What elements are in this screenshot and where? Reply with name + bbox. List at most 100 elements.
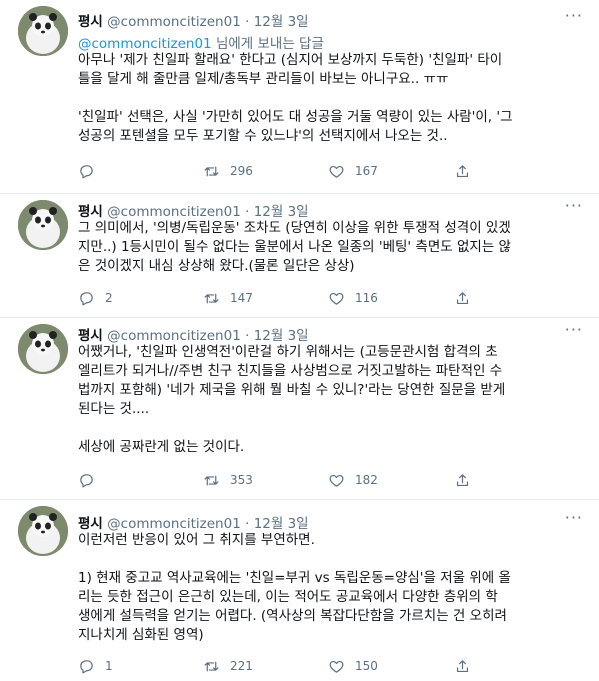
tweet-header: 평시 @commoncitizen01 · 12월 3일 — [78, 10, 309, 30]
retweet-button[interactable]: 353 — [203, 471, 253, 489]
user-handle[interactable]: @commoncitizen01 — [107, 204, 241, 220]
tweet-line: 1) 현재 중고교 역사교육에는 '친일=부귀 vs 독립운동=양심'을 저울 … — [78, 570, 511, 586]
like-count: 182 — [355, 473, 378, 487]
reply-icon — [80, 659, 93, 673]
share-icon — [456, 164, 469, 177]
retweet-icon — [204, 166, 219, 176]
tweet-line: 엘리트가 되거나//주변 친구 친지들을 사상범으로 거짓고발하는 파탄적인 수 — [78, 363, 503, 379]
share-icon — [456, 659, 469, 672]
retweet-icon — [204, 475, 219, 485]
tweet-line: 리는 듯한 접근이 은근히 있는데, 이는 적어도 공교육에서 다양한 층위의 … — [78, 589, 498, 605]
tweet-1[interactable]: 평시 @commoncitizen01 · 12월 3일 ··· @common… — [0, 0, 599, 193]
tweet-text: 어쨌거나, '친일파 인생역전'이란걸 하기 위해서는 (고등문관시험 합격의 … — [78, 343, 583, 457]
separator-dot: · — [245, 328, 250, 344]
like-icon — [329, 292, 344, 305]
tweet-line: 이런저런 반응이 있어 그 취지를 부연하면. — [78, 532, 315, 548]
tweet-line: '친일파' 선택은, 사실 '가만히 있어도 대 성공을 거둘 역량이 있는 사… — [78, 109, 513, 125]
reply-button[interactable]: 2 — [78, 289, 113, 307]
tweet-actions: 2 147 116 — [78, 289, 578, 307]
share-button[interactable] — [454, 471, 471, 489]
like-button[interactable]: 182 — [328, 471, 378, 489]
avatar[interactable] — [18, 6, 68, 56]
display-name[interactable]: 평시 — [78, 516, 103, 532]
avatar[interactable] — [18, 200, 68, 250]
reply-icon — [80, 291, 93, 305]
tweet-header: 평시 @commoncitizen01 · 12월 3일 — [78, 324, 309, 344]
like-icon — [329, 660, 344, 673]
separator-dot: · — [245, 204, 250, 220]
tweet-line-blank — [78, 550, 583, 569]
avatar[interactable] — [18, 506, 68, 556]
tweet-line: 지나치게 심화된 영역) — [78, 627, 204, 643]
tweet-2[interactable]: 평시 @commoncitizen01 · 12월 3일 ··· 그 의미에서,… — [0, 194, 599, 317]
like-icon — [329, 474, 344, 487]
reply-button[interactable] — [78, 471, 105, 489]
share-button[interactable] — [454, 657, 471, 675]
reply-button[interactable]: 1 — [78, 657, 113, 675]
more-icon[interactable]: ··· — [565, 320, 583, 339]
like-icon — [329, 165, 344, 178]
more-icon[interactable]: ··· — [565, 508, 583, 527]
reply-count: 1 — [105, 659, 113, 673]
reply-mention-link[interactable]: @commoncitizen01 — [78, 36, 212, 52]
retweet-button[interactable]: 221 — [203, 657, 253, 675]
timestamp[interactable]: 12월 3일 — [254, 516, 309, 532]
tweet-line: 된다는 것.... — [78, 401, 150, 417]
share-icon — [456, 291, 469, 304]
timestamp[interactable]: 12월 3일 — [254, 328, 309, 344]
display-name[interactable]: 평시 — [78, 14, 103, 30]
tweet-line: 성공의 포텐셜을 모두 포기할 수 있느냐'의 선택지에서 나오는 것.. — [78, 128, 448, 144]
more-icon[interactable]: ··· — [565, 6, 583, 25]
tweet-text: 그 의미에서, '의병/독립운동' 조차도 (당연히 이상을 위한 투쟁적 성격… — [78, 219, 583, 276]
timestamp[interactable]: 12월 3일 — [254, 204, 309, 220]
like-button[interactable]: 150 — [328, 657, 378, 675]
tweet-line: 법까지 포함해) '네가 제국을 위해 뭘 바칠 수 있니?'라는 당연한 질문… — [78, 382, 506, 398]
like-count: 150 — [355, 659, 378, 673]
tweet-line: 어쨌거나, '친일파 인생역전'이란걸 하기 위해서는 (고등문관시험 합격의 … — [78, 344, 498, 360]
display-name[interactable]: 평시 — [78, 328, 103, 344]
retweet-icon — [204, 661, 219, 671]
separator-dot: · — [245, 14, 250, 30]
retweet-button[interactable]: 147 — [203, 289, 253, 307]
retweet-count: 353 — [230, 473, 253, 487]
tweet-actions: 1 221 150 — [78, 657, 578, 675]
like-button[interactable]: 116 — [328, 289, 378, 307]
tweet-3[interactable]: 평시 @commoncitizen01 · 12월 3일 ··· 어쨌거나, '… — [0, 318, 599, 499]
retweet-count: 147 — [230, 291, 253, 305]
display-name[interactable]: 평시 — [78, 204, 103, 220]
share-button[interactable] — [454, 162, 471, 180]
reply-button[interactable] — [78, 162, 105, 180]
reply-context: @commoncitizen01 님에게 보내는 답글 — [78, 32, 324, 52]
reply-suffix: 님에게 보내는 답글 — [211, 36, 324, 52]
reply-count: 2 — [105, 291, 113, 305]
tweet-line: 세상에 공짜란게 없는 것이다. — [78, 439, 245, 455]
tweet-4[interactable]: 평시 @commoncitizen01 · 12월 3일 ··· 이런저런 반응… — [0, 500, 599, 681]
reply-icon — [80, 164, 93, 178]
tweet-actions: 296 167 — [78, 162, 578, 180]
avatar[interactable] — [18, 324, 68, 374]
retweet-count: 221 — [230, 659, 253, 673]
user-handle[interactable]: @commoncitizen01 — [107, 516, 241, 532]
tweet-line: 아무나 '제가 친일파 할래요' 한다고 (심지어 보상까지 두둑한) '친일파… — [78, 52, 503, 68]
user-handle[interactable]: @commoncitizen01 — [107, 14, 241, 30]
tweet-line: 틀을 달게 해 줄만큼 일제/총독부 관리들이 바보는 아니구요.. ㅠㅠ — [78, 71, 449, 87]
separator-dot: · — [245, 516, 250, 532]
user-handle[interactable]: @commoncitizen01 — [107, 328, 241, 344]
retweet-count: 296 — [230, 164, 253, 178]
like-count: 116 — [355, 291, 378, 305]
share-button[interactable] — [454, 289, 471, 307]
tweet-line: 지만..) 1등시민이 될수 없다는 울분에서 나온 일종의 '베팅' 측면도 … — [78, 239, 511, 255]
tweet-header: 평시 @commoncitizen01 · 12월 3일 — [78, 512, 309, 532]
retweet-button[interactable]: 296 — [203, 162, 253, 180]
more-icon[interactable]: ··· — [565, 196, 583, 215]
tweet-actions: 353 182 — [78, 471, 578, 489]
like-button[interactable]: 167 — [328, 162, 378, 180]
tweet-line-blank — [78, 89, 583, 108]
like-count: 167 — [355, 164, 378, 178]
tweet-line-blank — [78, 419, 583, 438]
timestamp[interactable]: 12월 3일 — [254, 14, 309, 30]
share-icon — [456, 473, 469, 486]
tweet-text: 아무나 '제가 친일파 할래요' 한다고 (심지어 보상까지 두둑한) '친일파… — [78, 51, 583, 146]
reply-icon — [80, 473, 93, 487]
retweet-icon — [204, 293, 219, 303]
